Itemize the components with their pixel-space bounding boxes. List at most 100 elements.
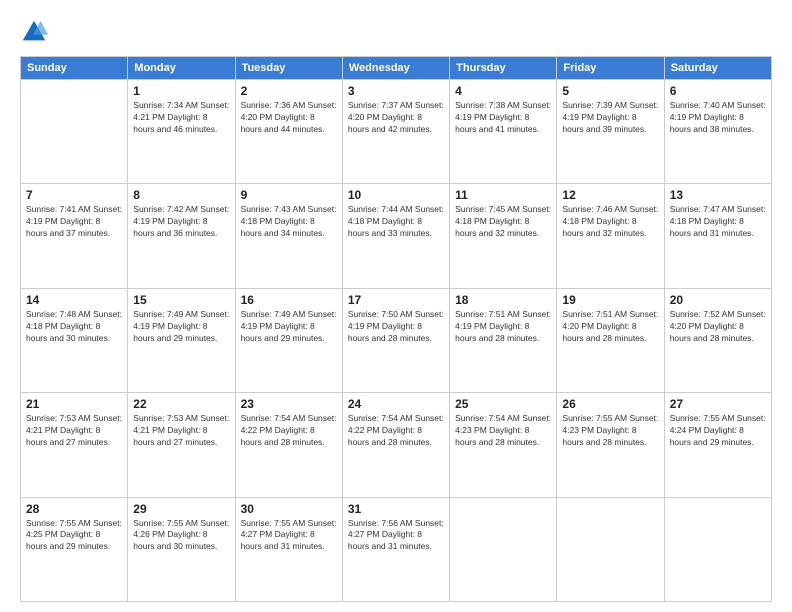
page: SundayMondayTuesdayWednesdayThursdayFrid… [0,0,792,612]
day-info: Sunrise: 7:53 AM Sunset: 4:21 PM Dayligh… [26,413,122,449]
day-info: Sunrise: 7:55 AM Sunset: 4:25 PM Dayligh… [26,518,122,554]
day-info: Sunrise: 7:38 AM Sunset: 4:19 PM Dayligh… [455,100,551,136]
day-number: 27 [670,397,766,411]
calendar-cell: 7 Sunrise: 7:41 AM Sunset: 4:19 PM Daylig… [21,184,128,288]
calendar-cell: 9 Sunrise: 7:43 AM Sunset: 4:18 PM Daylig… [235,184,342,288]
logo [20,18,50,46]
calendar-cell: 15 Sunrise: 7:49 AM Sunset: 4:19 PM Dayli… [128,288,235,392]
calendar-cell: 13Sunrise: 7:47 AM Sunset: 4:18 PM Dayli… [664,184,771,288]
weekday-header-wednesday: Wednesday [342,57,449,80]
day-info: Sunrise: 7:45 AM Sunset: 4:18 PM Dayligh… [455,204,551,240]
day-number: 29 [133,502,229,516]
weekday-header-saturday: Saturday [664,57,771,80]
day-info: Sunrise: 7:54 AM Sunset: 4:23 PM Dayligh… [455,413,551,449]
weekday-header-row: SundayMondayTuesdayWednesdayThursdayFrid… [21,57,772,80]
day-number: 30 [241,502,337,516]
day-info: Sunrise: 7:50 AM Sunset: 4:19 PM Dayligh… [348,309,444,345]
day-info: Sunrise: 7:55 AM Sunset: 4:24 PM Dayligh… [670,413,766,449]
header [20,18,772,46]
day-number: 13 [670,188,766,202]
calendar-cell: 20 Sunrise: 7:52 AM Sunset: 4:20 PM Dayli… [664,288,771,392]
day-number: 3 [348,84,444,98]
calendar-cell: 31 Sunrise: 7:56 AM Sunset: 4:27 PM Dayli… [342,497,449,601]
calendar-cell: 6Sunrise: 7:40 AM Sunset: 4:19 PM Daylig… [664,80,771,184]
day-info: Sunrise: 7:48 AM Sunset: 4:18 PM Dayligh… [26,309,122,345]
calendar-cell: 24 Sunrise: 7:54 AM Sunset: 4:22 PM Dayli… [342,393,449,497]
day-number: 18 [455,293,551,307]
day-info: Sunrise: 7:39 AM Sunset: 4:19 PM Dayligh… [562,100,658,136]
calendar-cell: 28 Sunrise: 7:55 AM Sunset: 4:25 PM Dayli… [21,497,128,601]
day-number: 4 [455,84,551,98]
calendar-cell: 17 Sunrise: 7:50 AM Sunset: 4:19 PM Dayli… [342,288,449,392]
calendar-cell: 14Sunrise: 7:48 AM Sunset: 4:18 PM Dayli… [21,288,128,392]
day-number: 2 [241,84,337,98]
day-info: Sunrise: 7:54 AM Sunset: 4:22 PM Dayligh… [348,413,444,449]
day-info: Sunrise: 7:49 AM Sunset: 4:19 PM Dayligh… [133,309,229,345]
day-number: 24 [348,397,444,411]
day-number: 10 [348,188,444,202]
week-row-5: 28 Sunrise: 7:55 AM Sunset: 4:25 PM Dayli… [21,497,772,601]
calendar-cell: 10 Sunrise: 7:44 AM Sunset: 4:18 PM Dayli… [342,184,449,288]
calendar-cell: 3 Sunrise: 7:37 AM Sunset: 4:20 PM Daylig… [342,80,449,184]
calendar-cell: 19 Sunrise: 7:51 AM Sunset: 4:20 PM Dayli… [557,288,664,392]
day-info: Sunrise: 7:43 AM Sunset: 4:18 PM Dayligh… [241,204,337,240]
weekday-header-monday: Monday [128,57,235,80]
day-number: 23 [241,397,337,411]
calendar-cell [664,497,771,601]
week-row-1: 1 Sunrise: 7:34 AM Sunset: 4:21 PM Daylig… [21,80,772,184]
calendar-cell: 4 Sunrise: 7:38 AM Sunset: 4:19 PM Daylig… [450,80,557,184]
day-number: 26 [562,397,658,411]
day-number: 5 [562,84,658,98]
day-number: 15 [133,293,229,307]
day-number: 7 [26,188,122,202]
calendar-cell: 5 Sunrise: 7:39 AM Sunset: 4:19 PM Daylig… [557,80,664,184]
calendar-cell: 12 Sunrise: 7:46 AM Sunset: 4:18 PM Dayli… [557,184,664,288]
calendar-cell [450,497,557,601]
day-info: Sunrise: 7:51 AM Sunset: 4:20 PM Dayligh… [562,309,658,345]
calendar-cell: 2 Sunrise: 7:36 AM Sunset: 4:20 PM Daylig… [235,80,342,184]
day-number: 20 [670,293,766,307]
calendar-cell: 1 Sunrise: 7:34 AM Sunset: 4:21 PM Daylig… [128,80,235,184]
day-info: Sunrise: 7:49 AM Sunset: 4:19 PM Dayligh… [241,309,337,345]
day-info: Sunrise: 7:46 AM Sunset: 4:18 PM Dayligh… [562,204,658,240]
day-info: Sunrise: 7:41 AM Sunset: 4:19 PM Dayligh… [26,204,122,240]
day-info: Sunrise: 7:36 AM Sunset: 4:20 PM Dayligh… [241,100,337,136]
day-number: 31 [348,502,444,516]
calendar-cell [21,80,128,184]
day-number: 19 [562,293,658,307]
week-row-2: 7 Sunrise: 7:41 AM Sunset: 4:19 PM Daylig… [21,184,772,288]
day-number: 11 [455,188,551,202]
calendar-cell: 16 Sunrise: 7:49 AM Sunset: 4:19 PM Dayli… [235,288,342,392]
calendar-cell [557,497,664,601]
calendar-cell: 29Sunrise: 7:55 AM Sunset: 4:26 PM Dayli… [128,497,235,601]
day-number: 28 [26,502,122,516]
day-info: Sunrise: 7:55 AM Sunset: 4:23 PM Dayligh… [562,413,658,449]
day-number: 6 [670,84,766,98]
calendar-cell: 26 Sunrise: 7:55 AM Sunset: 4:23 PM Dayli… [557,393,664,497]
day-number: 9 [241,188,337,202]
day-info: Sunrise: 7:55 AM Sunset: 4:27 PM Dayligh… [241,518,337,554]
calendar-cell: 8 Sunrise: 7:42 AM Sunset: 4:19 PM Daylig… [128,184,235,288]
day-number: 8 [133,188,229,202]
calendar-cell: 22 Sunrise: 7:53 AM Sunset: 4:21 PM Dayli… [128,393,235,497]
day-info: Sunrise: 7:42 AM Sunset: 4:19 PM Dayligh… [133,204,229,240]
day-number: 17 [348,293,444,307]
day-number: 12 [562,188,658,202]
day-info: Sunrise: 7:51 AM Sunset: 4:19 PM Dayligh… [455,309,551,345]
week-row-4: 21Sunrise: 7:53 AM Sunset: 4:21 PM Dayli… [21,393,772,497]
day-info: Sunrise: 7:53 AM Sunset: 4:21 PM Dayligh… [133,413,229,449]
day-info: Sunrise: 7:37 AM Sunset: 4:20 PM Dayligh… [348,100,444,136]
day-info: Sunrise: 7:52 AM Sunset: 4:20 PM Dayligh… [670,309,766,345]
day-number: 16 [241,293,337,307]
day-info: Sunrise: 7:56 AM Sunset: 4:27 PM Dayligh… [348,518,444,554]
calendar-cell: 11 Sunrise: 7:45 AM Sunset: 4:18 PM Dayli… [450,184,557,288]
day-info: Sunrise: 7:44 AM Sunset: 4:18 PM Dayligh… [348,204,444,240]
logo-icon [20,18,48,46]
day-number: 1 [133,84,229,98]
calendar-cell: 23Sunrise: 7:54 AM Sunset: 4:22 PM Dayli… [235,393,342,497]
calendar-cell: 21Sunrise: 7:53 AM Sunset: 4:21 PM Dayli… [21,393,128,497]
day-info: Sunrise: 7:34 AM Sunset: 4:21 PM Dayligh… [133,100,229,136]
weekday-header-friday: Friday [557,57,664,80]
weekday-header-tuesday: Tuesday [235,57,342,80]
day-number: 22 [133,397,229,411]
